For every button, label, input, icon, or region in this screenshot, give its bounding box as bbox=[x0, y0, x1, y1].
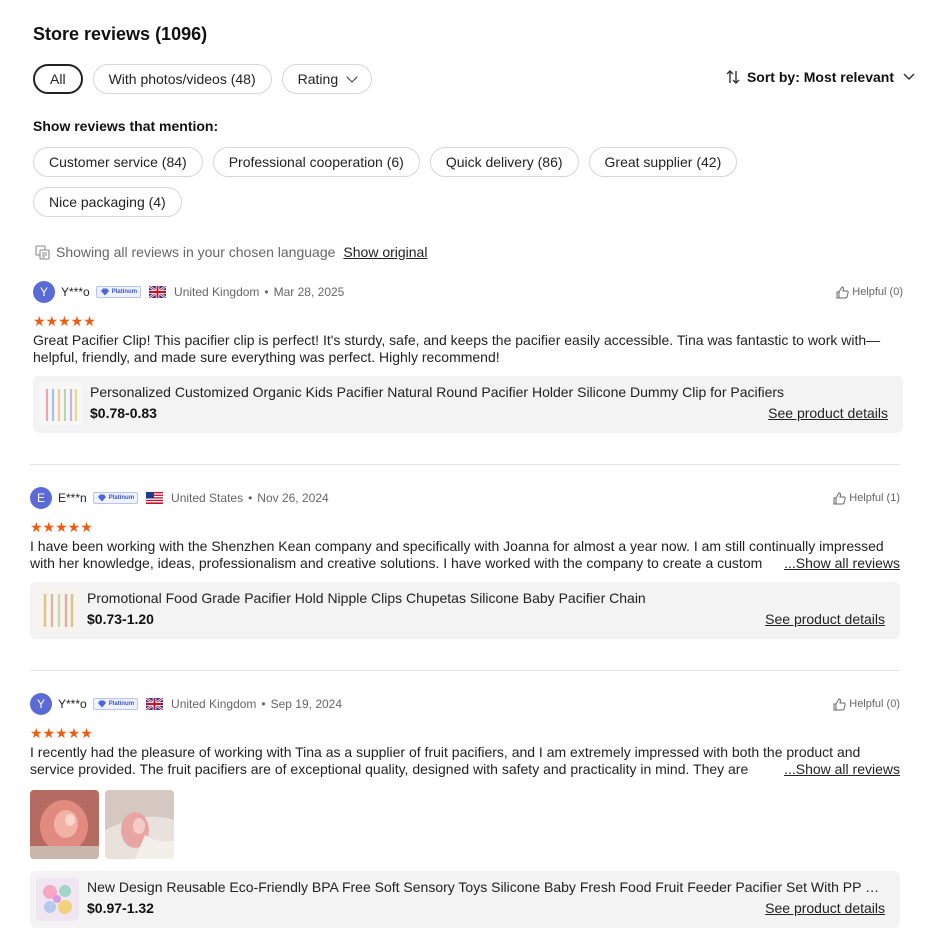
reviewer-country: United States bbox=[171, 491, 244, 505]
mention-chip[interactable]: Quick delivery (86) bbox=[429, 147, 579, 177]
helpful-button[interactable]: Helpful (1) bbox=[833, 491, 900, 505]
reviewer-name: Y***o bbox=[58, 697, 87, 711]
divider bbox=[30, 464, 900, 465]
filter-photos-chip[interactable]: With photos/videos (48) bbox=[92, 64, 272, 94]
helpful-count: Helpful (1) bbox=[849, 492, 900, 504]
show-all-reviews-link[interactable]: ...Show all reviews bbox=[782, 761, 900, 778]
mention-chips: Customer service (84) Professional coope… bbox=[33, 147, 793, 217]
helpful-count: Helpful (0) bbox=[852, 286, 903, 298]
separator-dot: • bbox=[248, 491, 253, 505]
platinum-badge: Platinum bbox=[92, 492, 139, 504]
product-price: $0.73-1.20 bbox=[87, 611, 154, 627]
review-item: Y Y***o Platinum United Kingdom • Sep 19… bbox=[30, 693, 900, 928]
review-photo[interactable] bbox=[30, 790, 99, 859]
mention-chip[interactable]: Customer service (84) bbox=[33, 147, 203, 177]
reviewer-name: E***n bbox=[58, 491, 87, 505]
see-product-details-link[interactable]: See product details bbox=[765, 900, 885, 916]
review-item: E E***n Platinum United States • Nov 26,… bbox=[30, 487, 900, 639]
product-card[interactable]: Personalized Customized Organic Kids Pac… bbox=[33, 376, 903, 433]
reviewer-name: Y***o bbox=[61, 285, 90, 299]
thumbs-up-icon bbox=[833, 697, 846, 710]
review-photos bbox=[30, 790, 900, 859]
mention-chip[interactable]: Great supplier (42) bbox=[588, 147, 738, 177]
show-all-reviews-link[interactable]: ...Show all reviews bbox=[782, 555, 900, 572]
review-date: Mar 28, 2025 bbox=[273, 285, 345, 299]
thumbs-up-icon bbox=[836, 285, 849, 298]
reviewer-country: United Kingdom bbox=[174, 285, 260, 299]
review-header: E E***n Platinum United States • Nov 26,… bbox=[30, 487, 900, 509]
helpful-count: Helpful (0) bbox=[849, 698, 900, 710]
review-text: I recently had the pleasure of working w… bbox=[30, 744, 900, 778]
product-card[interactable]: Promotional Food Grade Pacifier Hold Nip… bbox=[30, 582, 900, 639]
review-header: Y Y***o Platinum United Kingdom • Sep 19… bbox=[30, 693, 900, 715]
avatar: Y bbox=[30, 693, 52, 715]
page-title: Store reviews (1096) bbox=[33, 24, 208, 44]
reviewer-country: United Kingdom bbox=[171, 697, 257, 711]
star-rating: ★★★★★ bbox=[30, 519, 93, 535]
helpful-button[interactable]: Helpful (0) bbox=[833, 697, 900, 711]
product-thumbnail bbox=[39, 383, 82, 426]
star-rating: ★★★★★ bbox=[30, 725, 93, 741]
review-header: Y Y***o Platinum United Kingdom • Mar 28… bbox=[33, 281, 903, 303]
uk-flag-icon bbox=[146, 698, 164, 710]
sort-label: Sort by: Most relevant bbox=[746, 69, 894, 85]
review-text: I have been working with the Shenzhen Ke… bbox=[30, 538, 900, 572]
chevron-down-icon bbox=[903, 73, 915, 81]
review-item: Y Y***o Platinum United Kingdom • Mar 28… bbox=[33, 281, 903, 433]
badge-text: Platinum bbox=[108, 495, 135, 501]
filter-all-chip[interactable]: All bbox=[33, 64, 83, 94]
review-photo[interactable] bbox=[105, 790, 174, 859]
avatar: Y bbox=[33, 281, 55, 303]
product-name: Promotional Food Grade Pacifier Hold Nip… bbox=[87, 590, 646, 606]
translate-icon bbox=[35, 244, 50, 260]
us-flag-icon bbox=[146, 492, 164, 504]
product-name: New Design Reusable Eco-Friendly BPA Fre… bbox=[87, 879, 887, 895]
platinum-badge: Platinum bbox=[92, 698, 139, 710]
filter-rating-dropdown[interactable]: Rating bbox=[281, 64, 373, 94]
sort-icon bbox=[726, 70, 740, 84]
review-body: I have been working with the Shenzhen Ke… bbox=[30, 538, 884, 571]
language-text: Showing all reviews in your chosen langu… bbox=[56, 244, 336, 260]
diamond-icon bbox=[97, 700, 106, 708]
mention-chip[interactable]: Nice packaging (4) bbox=[33, 187, 182, 217]
badge-text: Platinum bbox=[108, 701, 135, 707]
separator-dot: • bbox=[261, 697, 266, 711]
helpful-button[interactable]: Helpful (0) bbox=[836, 285, 903, 299]
product-card[interactable]: New Design Reusable Eco-Friendly BPA Fre… bbox=[30, 871, 900, 928]
review-body: I recently had the pleasure of working w… bbox=[30, 744, 861, 777]
avatar: E bbox=[30, 487, 52, 509]
product-name: Personalized Customized Organic Kids Pac… bbox=[90, 384, 785, 400]
sort-dropdown[interactable]: Sort by: Most relevant bbox=[725, 69, 916, 85]
diamond-icon bbox=[97, 494, 106, 502]
review-text: Great Pacifier Clip! This pacifier clip … bbox=[33, 332, 881, 365]
diamond-icon bbox=[100, 288, 109, 296]
product-price: $0.97-1.32 bbox=[87, 900, 154, 916]
star-rating: ★★★★★ bbox=[33, 313, 96, 329]
mentions-label: Show reviews that mention: bbox=[33, 118, 219, 134]
separator-dot: • bbox=[264, 285, 269, 299]
show-original-link[interactable]: Show original bbox=[343, 244, 427, 260]
see-product-details-link[interactable]: See product details bbox=[765, 611, 885, 627]
chevron-down-icon bbox=[346, 71, 358, 83]
divider bbox=[30, 670, 900, 671]
rating-label: Rating bbox=[297, 71, 339, 87]
thumbs-up-icon bbox=[833, 491, 846, 504]
uk-flag-icon bbox=[149, 286, 167, 298]
badge-text: Platinum bbox=[111, 289, 138, 295]
language-notice: Showing all reviews in your chosen langu… bbox=[35, 244, 427, 260]
review-date: Sep 19, 2024 bbox=[270, 697, 343, 711]
see-product-details-link[interactable]: See product details bbox=[768, 405, 888, 421]
mention-chip[interactable]: Professional cooperation (6) bbox=[212, 147, 420, 177]
filter-row: All With photos/videos (48) Rating bbox=[33, 64, 373, 94]
platinum-badge: Platinum bbox=[95, 286, 142, 298]
review-date: Nov 26, 2024 bbox=[257, 491, 329, 505]
product-thumbnail bbox=[36, 589, 79, 632]
product-thumbnail bbox=[36, 878, 79, 921]
product-price: $0.78-0.83 bbox=[90, 405, 157, 421]
